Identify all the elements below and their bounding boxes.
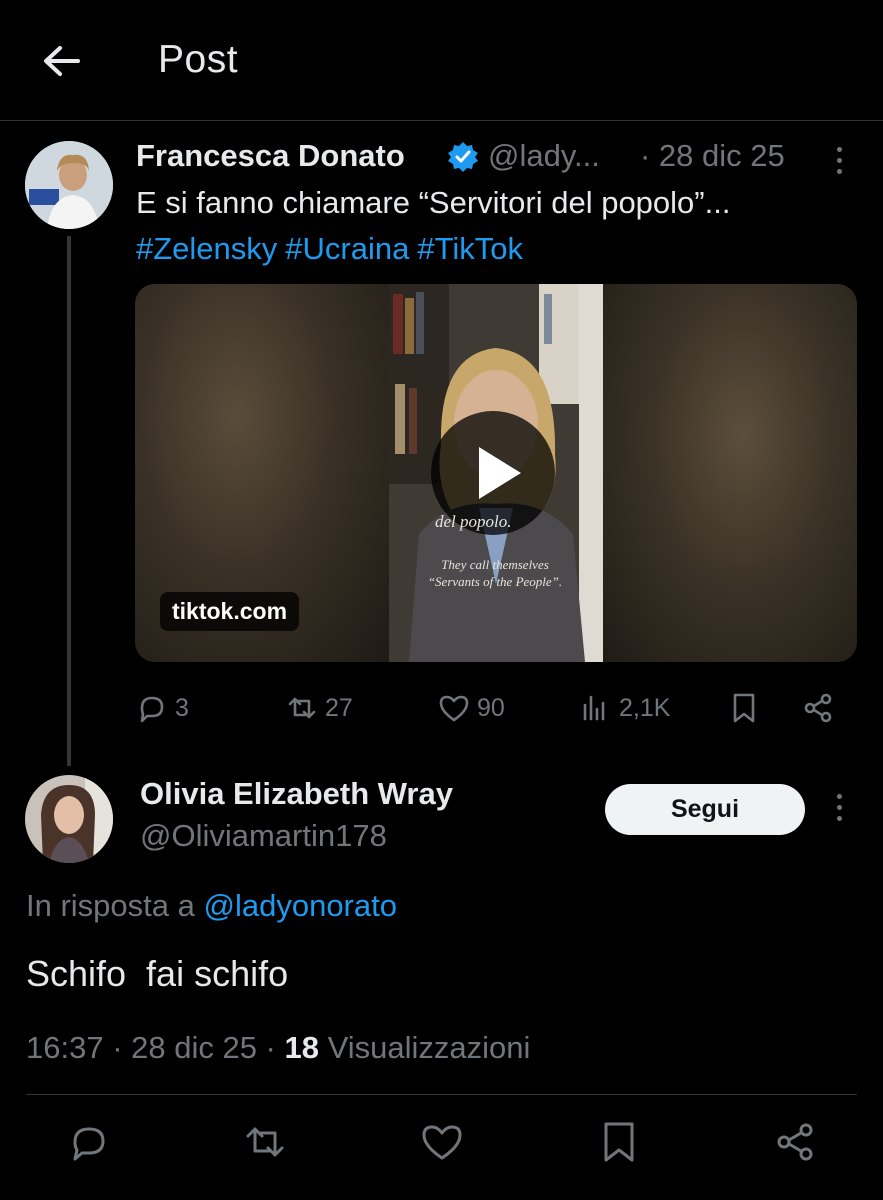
reply-to-mention[interactable]: @ladyonorato — [204, 888, 397, 923]
more-options-icon[interactable] — [834, 794, 844, 828]
reply-action[interactable]: 3 — [135, 686, 189, 730]
reply-author-handle[interactable]: @Oliviamartin178 — [140, 818, 387, 854]
reply-count: 3 — [175, 693, 189, 722]
repost-count: 27 — [325, 693, 353, 722]
thread-connector — [67, 236, 71, 766]
video-caption-italian: del popolo. — [435, 512, 512, 531]
reply-context: In risposta a @ladyonorato — [26, 888, 397, 924]
reply-views-count: 18 — [284, 1030, 319, 1065]
post-actions: 3 27 90 2,1K — [135, 686, 855, 730]
heart-icon — [439, 695, 469, 722]
hashtag-link[interactable]: #Zelensky — [136, 231, 277, 266]
views-count: 2,1K — [619, 693, 671, 722]
share-icon[interactable] — [773, 1120, 817, 1164]
repost-action[interactable]: 27 — [285, 686, 353, 730]
share-icon — [804, 693, 832, 723]
back-arrow-icon[interactable] — [40, 40, 82, 82]
divider — [26, 1094, 857, 1095]
video-card[interactable]: del popolo. They call themselves “Servan… — [135, 284, 857, 662]
video-caption-english: They call themselves “Servants of the Pe… — [427, 557, 563, 589]
media-source-badge[interactable]: tiktok.com — [160, 592, 300, 631]
reply-icon — [140, 696, 164, 723]
bookmark-icon[interactable] — [597, 1120, 641, 1164]
more-options-icon[interactable] — [834, 147, 844, 181]
reply-text: Schifo fai schifo — [26, 953, 289, 994]
reply-meta: 16:37 · 28 dic 25 · 18 Visualizzazioni — [26, 1030, 530, 1066]
post-author-name[interactable]: Francesca Donato — [136, 138, 405, 174]
hashtag-link[interactable]: #TikTok — [417, 231, 523, 266]
reply-icon[interactable] — [67, 1120, 111, 1164]
follow-button[interactable]: Segui — [605, 784, 805, 835]
reply-actions-bar — [0, 1120, 883, 1180]
top-bar: Post — [0, 0, 883, 121]
bookmark-action[interactable] — [727, 686, 761, 730]
repost-icon — [288, 697, 316, 719]
post-text: E si fanno chiamare “Servitori del popol… — [136, 185, 731, 220]
heart-icon[interactable] — [420, 1120, 464, 1164]
views-action[interactable]: 2,1K — [579, 686, 670, 730]
video-blur-right — [603, 284, 857, 662]
reply-views-label: Visualizzazioni — [318, 1030, 531, 1065]
like-count: 90 — [477, 693, 505, 722]
repost-icon[interactable] — [243, 1120, 287, 1164]
reply-timestamp[interactable]: 16:37 · 28 dic 25 · — [26, 1030, 285, 1065]
hashtag-link[interactable]: #Ucraina — [285, 231, 409, 266]
avatar-francesca-donato[interactable] — [25, 141, 113, 229]
post-hashtags: #Zelensky #Ucraina #TikTok — [136, 231, 531, 267]
post-date[interactable]: · 28 dic 25 — [640, 138, 785, 174]
post-author-handle[interactable]: @lady... — [488, 138, 600, 174]
reply-to-prefix: In risposta a — [26, 888, 195, 923]
share-action[interactable] — [801, 686, 835, 730]
like-action[interactable]: 90 — [437, 686, 505, 730]
bookmark-icon — [733, 693, 755, 723]
avatar-olivia-elizabeth-wray[interactable] — [25, 775, 113, 863]
analytics-icon — [583, 695, 605, 721]
reply-author-name[interactable]: Olivia Elizabeth Wray — [140, 776, 453, 812]
verified-badge-icon — [446, 140, 480, 174]
page-title: Post — [158, 38, 239, 81]
